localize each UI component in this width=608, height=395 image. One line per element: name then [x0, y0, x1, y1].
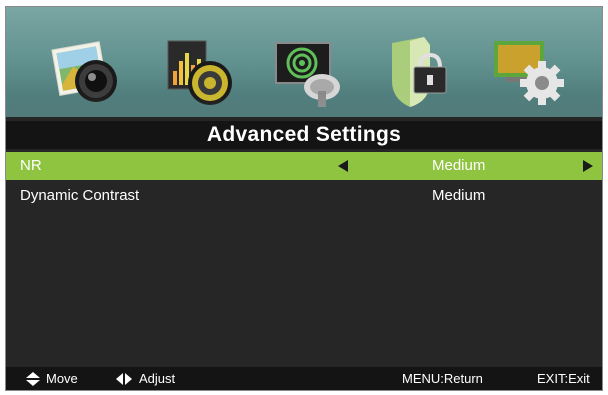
channel-icon[interactable]: [272, 31, 352, 111]
osd-menu: Advanced Settings NR Medium Dynamic Cont…: [5, 6, 603, 391]
page-title: Advanced Settings: [6, 121, 602, 149]
menu-row-nr[interactable]: NR Medium: [6, 152, 602, 180]
row-label: NR: [20, 157, 42, 174]
row-value: Medium: [432, 157, 486, 174]
help-exit: EXIT:Exit: [537, 371, 590, 386]
arrow-right-icon[interactable]: [583, 160, 593, 172]
updown-arrow-icon: [26, 367, 42, 390]
help-menu-return: MENU:Return: [402, 371, 483, 386]
leftright-arrow-icon: [116, 367, 136, 390]
help-adjust: Adjust: [139, 371, 176, 386]
sound-icon[interactable]: [164, 31, 244, 111]
help-bar: Move Adjust MENU:Return EXIT:Exit: [6, 367, 602, 390]
menu-icon-bar: [6, 7, 602, 117]
picture-icon[interactable]: [48, 31, 128, 111]
help-move: Move: [46, 371, 78, 386]
arrow-left-icon[interactable]: [338, 160, 348, 172]
lock-icon[interactable]: [380, 31, 460, 111]
menu-row-dynamic-contrast[interactable]: Dynamic Contrast Medium: [6, 182, 602, 210]
row-value: Medium: [432, 187, 486, 204]
setup-icon[interactable]: [492, 31, 572, 111]
row-label: Dynamic Contrast: [20, 187, 140, 204]
